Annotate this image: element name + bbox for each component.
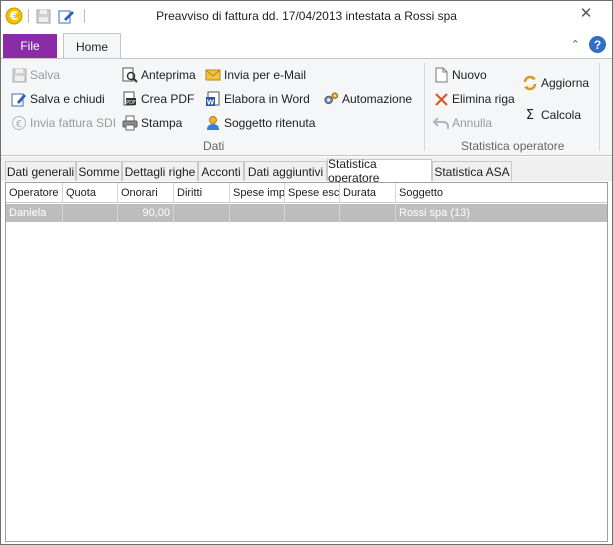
- ribbon-panel: Salva Salva e chiudi € Invia fattura SDI…: [1, 58, 612, 156]
- calcola-label: Calcola: [541, 108, 582, 122]
- crea-pdf-button[interactable]: PDF Crea PDF: [122, 89, 194, 109]
- tab-dati-generali[interactable]: Dati generali: [5, 161, 76, 181]
- column-header-durata[interactable]: Durata: [340, 183, 396, 203]
- soggetto-ritenuta-button[interactable]: Soggetto ritenuta: [205, 113, 315, 133]
- cell-spese-imp[interactable]: [230, 204, 285, 222]
- invia-email-label: Invia per e-Mail: [224, 68, 307, 82]
- tab-somme[interactable]: Somme: [76, 161, 122, 181]
- euro-send-icon: €: [11, 115, 27, 131]
- tab-file[interactable]: File: [3, 34, 57, 58]
- salva-chiudi-button[interactable]: Salva e chiudi: [11, 89, 105, 109]
- column-header-operatore[interactable]: Operatore: [6, 183, 63, 203]
- annulla-button[interactable]: Annulla: [433, 113, 492, 133]
- cell-soggetto[interactable]: Rossi spa (13): [396, 204, 607, 222]
- tab-statistica-operatore[interactable]: Statistica operatore: [327, 157, 432, 185]
- nuovo-label: Nuovo: [452, 68, 487, 82]
- salva-chiudi-label: Salva e chiudi: [30, 92, 105, 106]
- help-icon[interactable]: ?: [589, 36, 606, 53]
- column-header-quota[interactable]: Quota: [63, 183, 118, 203]
- stampa-button[interactable]: Stampa: [122, 113, 182, 133]
- close-button[interactable]: ✕: [576, 4, 596, 24]
- svg-text:W: W: [207, 99, 215, 107]
- pdf-file-icon: PDF: [122, 91, 138, 107]
- column-header-diritti[interactable]: Diritti: [174, 183, 230, 203]
- dati-group-label: Dati: [203, 139, 225, 153]
- elabora-word-label: Elabora in Word: [224, 92, 310, 106]
- preview-magnifier-icon: [122, 67, 138, 83]
- tab-dati-aggiuntivi[interactable]: Dati aggiuntivi: [244, 161, 327, 181]
- cell-operatore[interactable]: Daniela: [6, 204, 63, 222]
- invia-sdi-button[interactable]: € Invia fattura SDI: [11, 113, 116, 133]
- tab-statistica-asa[interactable]: Statistica ASA: [432, 161, 512, 181]
- envelope-icon: [205, 67, 221, 83]
- window-title: Preavviso di fattura dd. 17/04/2013 inte…: [156, 9, 457, 23]
- title-bar: € Preavviso di fattura dd. 17/04/2013 in…: [1, 1, 612, 32]
- gears-icon: [323, 91, 339, 107]
- statistica-group-label: Statistica operatore: [461, 139, 565, 153]
- elabora-word-button[interactable]: W Elabora in Word: [205, 89, 310, 109]
- cell-spese-escl[interactable]: [285, 204, 340, 222]
- invia-sdi-label: Invia fattura SDI: [30, 116, 117, 130]
- anteprima-button[interactable]: Anteprima: [122, 65, 196, 85]
- collapse-ribbon-icon[interactable]: ⌃: [571, 38, 580, 51]
- tab-acconti[interactable]: Acconti: [198, 161, 244, 181]
- aggiorna-button[interactable]: Aggiorna: [522, 73, 589, 93]
- ribbon-tab-bar: File Home ⌃ ?: [1, 32, 612, 59]
- svg-text:€: €: [16, 119, 22, 130]
- calcola-button[interactable]: Σ Calcola: [522, 105, 581, 125]
- nuovo-button[interactable]: Nuovo: [433, 65, 487, 85]
- new-document-icon: [433, 67, 449, 83]
- refresh-icon: [522, 75, 538, 91]
- elimina-riga-label: Elimina riga: [452, 92, 515, 106]
- aggiorna-label: Aggiorna: [541, 76, 590, 90]
- tab-dettagli-righe[interactable]: Dettagli righe: [122, 161, 198, 181]
- delete-x-icon: [433, 91, 449, 107]
- word-doc-icon: W: [205, 91, 221, 107]
- cell-durata[interactable]: [340, 204, 396, 222]
- user-person-icon: [205, 115, 221, 131]
- crea-pdf-label: Crea PDF: [141, 92, 195, 106]
- cell-quota[interactable]: [63, 204, 118, 222]
- invoice-window: € Preavviso di fattura dd. 17/04/2013 in…: [0, 0, 613, 545]
- svg-text:PDF: PDF: [126, 100, 136, 106]
- invia-email-button[interactable]: Invia per e-Mail: [205, 65, 306, 85]
- salva-button[interactable]: Salva: [11, 65, 60, 85]
- automazione-label: Automazione: [342, 92, 413, 106]
- statistica-grid[interactable]: Operatore Quota Onorari Diritti Spese im…: [5, 182, 608, 542]
- column-header-soggetto[interactable]: Soggetto: [396, 183, 607, 203]
- salva-label: Salva: [30, 68, 61, 82]
- ribbon-group-separator: [599, 63, 600, 151]
- printer-icon: [122, 115, 138, 131]
- edit-save-icon: [11, 91, 27, 107]
- content-tab-strip: Dati generali Somme Dettagli righe Accon…: [1, 157, 612, 185]
- elimina-riga-button[interactable]: Elimina riga: [433, 89, 515, 109]
- stampa-label: Stampa: [141, 116, 183, 130]
- automazione-button[interactable]: Automazione: [323, 89, 412, 109]
- cell-diritti[interactable]: [174, 204, 230, 222]
- column-header-spese-imp[interactable]: Spese impo: [230, 183, 285, 203]
- column-header-spese-escl[interactable]: Spese escl: [285, 183, 340, 203]
- tab-home[interactable]: Home: [63, 33, 121, 59]
- cell-onorari[interactable]: 90,00: [118, 204, 174, 222]
- anteprima-label: Anteprima: [141, 68, 196, 82]
- save-disk-icon: [11, 67, 27, 83]
- ribbon-group-separator: [424, 63, 425, 151]
- grid-header: Operatore Quota Onorari Diritti Spese im…: [6, 183, 607, 203]
- table-row[interactable]: Daniela 90,00 Rossi spa (13): [6, 204, 607, 222]
- sigma-icon: Σ: [525, 107, 535, 123]
- column-header-onorari[interactable]: Onorari: [118, 183, 174, 203]
- annulla-label: Annulla: [452, 116, 493, 130]
- soggetto-ritenuta-label: Soggetto ritenuta: [224, 116, 316, 130]
- undo-arrow-icon: [433, 115, 449, 131]
